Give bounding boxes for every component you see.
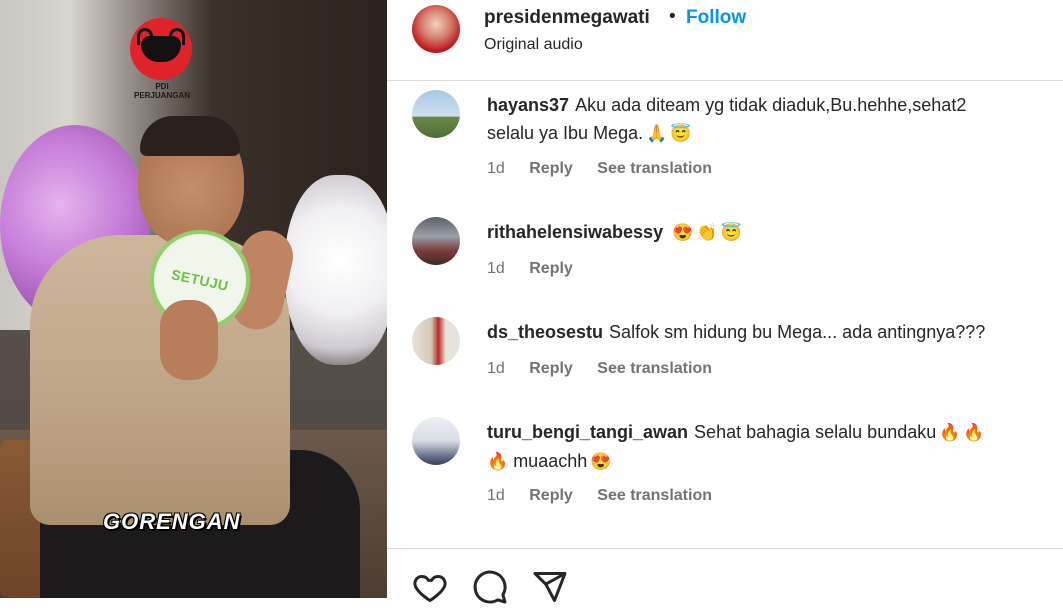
post-action-bar xyxy=(387,548,1063,604)
comment-text: rithahelensiwabessy 😍 👏 😇 xyxy=(487,218,1047,247)
comment-meta: 1d Reply xyxy=(487,260,593,278)
emoji: 🙏 xyxy=(646,124,668,143)
reply-button[interactable]: Reply xyxy=(529,487,573,504)
fire-emoji: 🔥 xyxy=(939,423,961,442)
comment-text: turu_bengi_tangi_awan Sehat bahagia selal… xyxy=(487,418,1047,476)
emoji: 😍 xyxy=(672,223,694,242)
comment-text: ds_theosestu Salfok sm hidung bu Mega... … xyxy=(487,322,986,342)
see-translation-button[interactable]: See translation xyxy=(597,160,712,177)
video-watermark: GORENGAN xyxy=(103,509,241,534)
pdi-perjuangan-logo xyxy=(130,18,192,80)
reply-button[interactable]: Reply xyxy=(529,160,573,177)
comment-meta: 1d Reply See translation xyxy=(487,360,732,378)
post-header: presidenmegawati • Follow Original audio xyxy=(387,0,1063,81)
heart-icon[interactable] xyxy=(412,569,448,605)
comment-time: 1d xyxy=(487,487,505,504)
reply-button[interactable]: Reply xyxy=(529,360,573,377)
video-player[interactable]: SETUJU PDI PERJUANGAN GORENGAN xyxy=(0,0,387,598)
see-translation-button[interactable]: See translation xyxy=(597,487,712,504)
commenter-username[interactable]: turu_bengi_tangi_awan xyxy=(487,422,688,442)
commenter-username[interactable]: rithahelensiwabessy xyxy=(487,222,663,242)
author-username[interactable]: presidenmegawati xyxy=(484,7,650,29)
commenter-avatar[interactable] xyxy=(412,317,460,365)
emoji: 😇 xyxy=(670,124,692,143)
follow-button[interactable]: Follow xyxy=(686,7,746,29)
commenter-avatar[interactable] xyxy=(412,217,460,265)
emoji: 😇 xyxy=(720,223,742,242)
comment-icon[interactable] xyxy=(472,569,508,605)
paddle-text: SETUJU xyxy=(169,266,231,294)
fire-emoji: 🔥 xyxy=(487,452,509,471)
comment-meta: 1d Reply See translation xyxy=(487,487,732,505)
comment-text: hayans37 Aku ada diteam yg tidak diaduk,B… xyxy=(487,91,1047,148)
comment-meta: 1d Reply See translation xyxy=(487,160,732,178)
comment-time: 1d xyxy=(487,160,505,177)
orchid-flowers-right xyxy=(285,175,387,365)
author-avatar[interactable] xyxy=(412,5,460,53)
commenter-username[interactable]: hayans37 xyxy=(487,95,569,115)
commenter-avatar[interactable] xyxy=(412,90,460,138)
emoji: 👏 xyxy=(696,223,718,242)
person-holding-hand xyxy=(160,300,218,380)
separator-dot: • xyxy=(669,6,676,27)
comment-time: 1d xyxy=(487,360,505,377)
logo-caption: PDI PERJUANGAN xyxy=(133,82,190,100)
post-details-panel: presidenmegawati • Follow Original audio… xyxy=(387,0,1063,604)
commenter-username[interactable]: ds_theosestu xyxy=(487,322,603,342)
reply-button[interactable]: Reply xyxy=(529,260,573,277)
audio-label[interactable]: Original audio xyxy=(484,36,583,54)
share-icon[interactable] xyxy=(532,569,568,605)
commenter-avatar[interactable] xyxy=(412,417,460,465)
comment-time: 1d xyxy=(487,260,505,277)
bull-icon xyxy=(137,28,185,62)
person-hair xyxy=(140,116,240,156)
see-translation-button[interactable]: See translation xyxy=(597,360,712,377)
emoji: 😍 xyxy=(590,452,612,471)
fire-emoji: 🔥 xyxy=(963,423,985,442)
